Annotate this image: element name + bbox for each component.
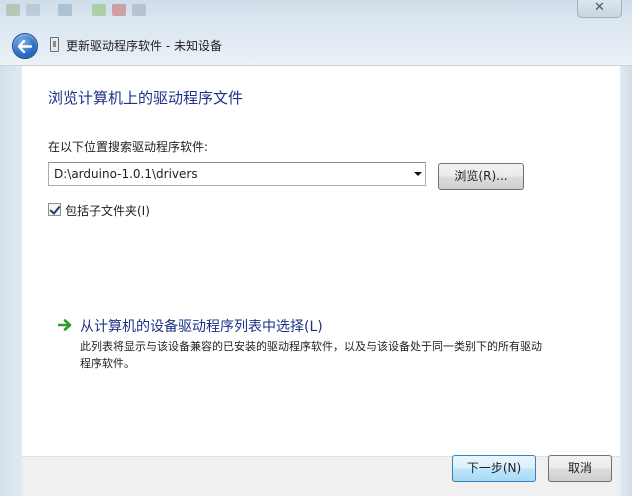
next-button[interactable]: 下一步(N) (452, 455, 536, 482)
close-button[interactable]: ✕ (577, 0, 622, 18)
pick-from-list-description: 此列表将显示与该设备兼容的已安装的驱动程序软件，以及与该设备处于同一类别下的所有… (80, 340, 542, 370)
quicklaunch-icon (132, 4, 146, 16)
chevron-down-icon[interactable] (414, 172, 422, 176)
quicklaunch-icon (58, 4, 72, 16)
include-subfolders-label[interactable]: 包括子文件夹(I) (65, 202, 150, 219)
window-frame-right (620, 66, 632, 496)
driver-path-value: D:\arduino-1.0.1\drivers (54, 167, 198, 181)
green-arrow-icon[interactable] (58, 319, 72, 331)
wizard-content (22, 66, 620, 456)
device-icon (50, 37, 59, 52)
quicklaunch-icon (6, 4, 20, 16)
driver-path-combobox[interactable]: D:\arduino-1.0.1\drivers (48, 162, 426, 186)
back-arrow-icon (18, 40, 32, 53)
page-title: 浏览计算机上的驱动程序文件 (48, 89, 244, 107)
close-icon: ✕ (594, 0, 605, 15)
quicklaunch-icon (112, 4, 126, 16)
search-location-label: 在以下位置搜索驱动程序软件: (48, 140, 209, 154)
quicklaunch-icon (26, 4, 40, 16)
pick-from-list-link[interactable]: 从计算机的设备驱动程序列表中选择(L) (80, 316, 323, 336)
quicklaunch-icon (92, 4, 106, 16)
browse-button[interactable]: 浏览(R)... (438, 163, 524, 190)
back-button[interactable] (12, 33, 38, 59)
include-subfolders-checkbox[interactable] (48, 203, 61, 216)
window-title: 更新驱动程序软件 - 未知设备 (66, 39, 222, 53)
cancel-button[interactable]: 取消 (548, 455, 612, 482)
window-frame-left (0, 66, 22, 496)
